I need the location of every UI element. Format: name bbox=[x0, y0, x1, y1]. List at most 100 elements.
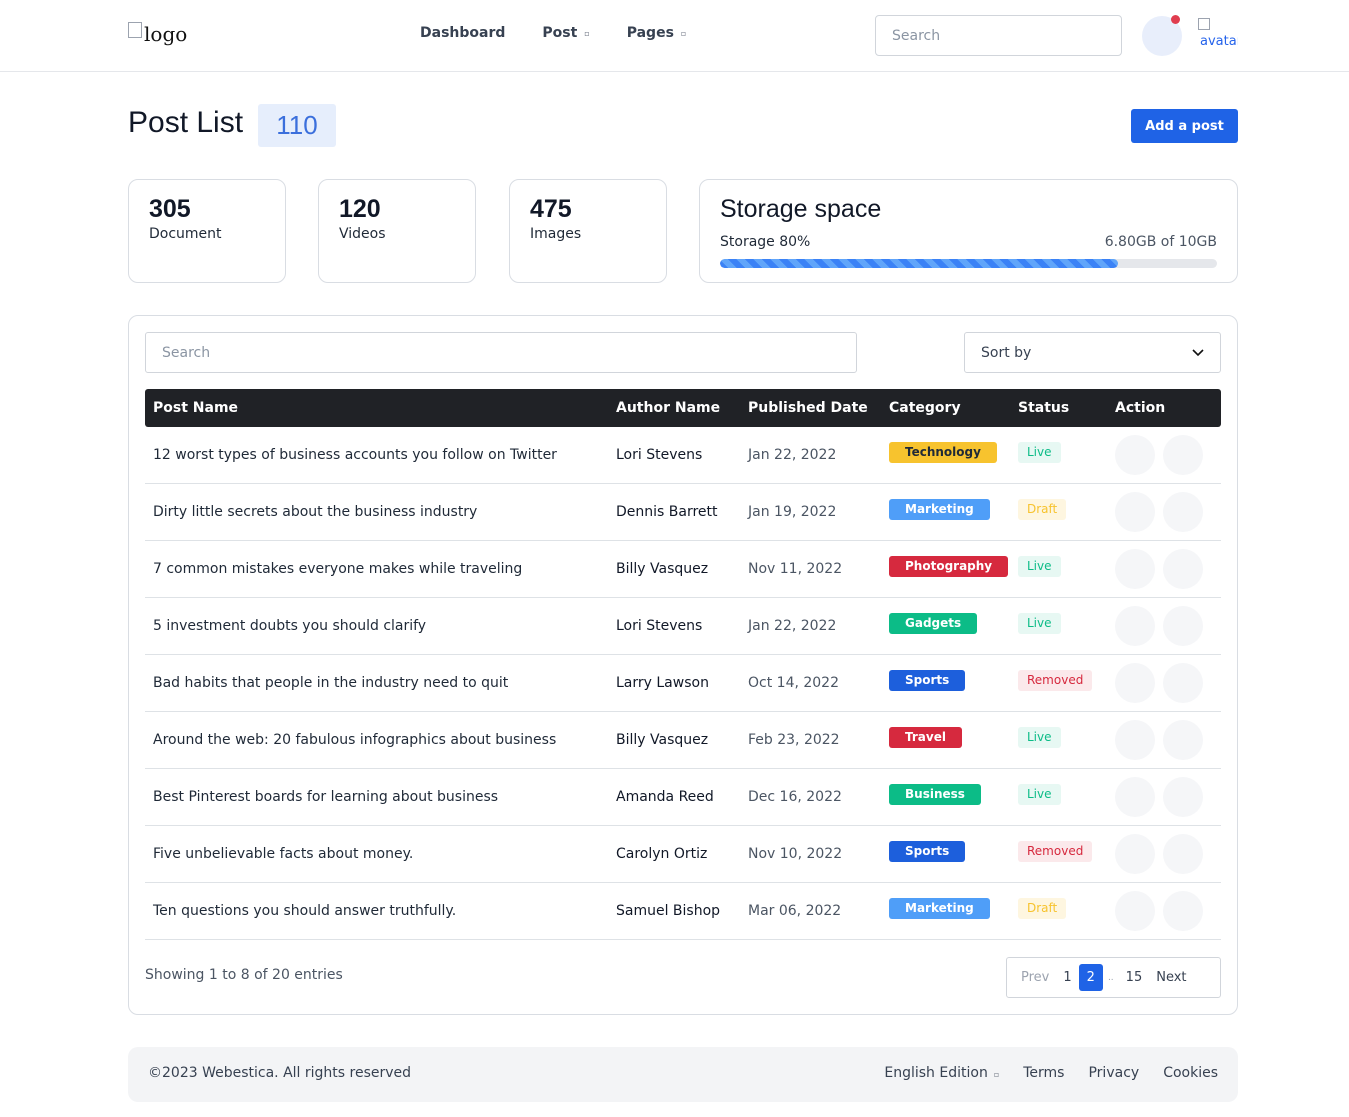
category-badge: Sports bbox=[889, 670, 966, 691]
published-date: Nov 11, 2022 bbox=[748, 561, 843, 577]
published-date: Nov 10, 2022 bbox=[748, 846, 843, 862]
pagination-page-last[interactable]: 15 bbox=[1119, 970, 1150, 985]
table-header: Post Name Author Name Published Date Cat… bbox=[145, 389, 1221, 427]
published-date: Oct 14, 2022 bbox=[748, 675, 839, 691]
delete-action-button[interactable] bbox=[1163, 720, 1203, 760]
category-badge: Marketing bbox=[889, 898, 990, 919]
table-row: 12 worst types of business accounts you … bbox=[145, 427, 1221, 484]
published-date: Jan 19, 2022 bbox=[748, 504, 837, 520]
table-row: Dirty little secrets about the business … bbox=[145, 484, 1221, 541]
nav-post[interactable]: Post ▫ bbox=[542, 25, 589, 41]
pagination-next[interactable]: Next bbox=[1149, 970, 1193, 985]
category-badge: Business bbox=[889, 784, 981, 805]
delete-action-button[interactable] bbox=[1163, 891, 1203, 931]
status-badge: Draft bbox=[1018, 898, 1067, 919]
table-row: Five unbelievable facts about money. Caro… bbox=[145, 826, 1221, 883]
post-name[interactable]: 5 investment doubts you should clarify bbox=[153, 598, 426, 654]
avatar[interactable]: avatar bbox=[1198, 18, 1238, 58]
pagination-page-2[interactable]: 2 bbox=[1078, 964, 1103, 991]
avatar-alt-text: avatar bbox=[1200, 34, 1238, 49]
category-badge: Gadgets bbox=[889, 613, 978, 634]
storage-progress-bar bbox=[720, 259, 1217, 268]
author-name: Lori Stevens bbox=[616, 447, 703, 463]
pagination-ellipsis: .. bbox=[1107, 972, 1114, 983]
notification-button[interactable] bbox=[1142, 15, 1182, 56]
status-badge: Live bbox=[1018, 727, 1061, 748]
storage-progress-fill bbox=[720, 259, 1118, 268]
entries-info: Showing 1 to 8 of 20 entries bbox=[145, 967, 343, 983]
delete-action-button[interactable] bbox=[1163, 663, 1203, 703]
footer-link-cookies[interactable]: Cookies bbox=[1163, 1065, 1218, 1081]
post-name[interactable]: Ten questions you should answer truthful… bbox=[153, 883, 456, 939]
published-date: Jan 22, 2022 bbox=[748, 618, 837, 634]
storage-card: Storage space Storage 80% 6.80GB of 10GB bbox=[699, 179, 1238, 283]
edit-action-button[interactable] bbox=[1115, 606, 1155, 646]
post-name[interactable]: Dirty little secrets about the business … bbox=[153, 484, 477, 540]
author-name: Billy Vasquez bbox=[616, 732, 709, 748]
stat-card-images: 475 Images bbox=[509, 179, 667, 283]
pagination-prev[interactable]: Prev bbox=[1014, 970, 1056, 985]
edit-action-button[interactable] bbox=[1115, 834, 1155, 874]
delete-action-button[interactable] bbox=[1163, 606, 1203, 646]
author-name: Billy Vasquez bbox=[616, 561, 709, 577]
column-header-date[interactable]: Published Date bbox=[748, 389, 868, 427]
post-count-badge: 110 bbox=[258, 104, 336, 147]
edit-action-button[interactable] bbox=[1115, 777, 1155, 817]
post-name[interactable]: 12 worst types of business accounts you … bbox=[153, 427, 557, 483]
header-search-input[interactable] bbox=[875, 15, 1122, 56]
copyright: ©2023 Webestica. All rights reserved bbox=[148, 1065, 412, 1081]
status-badge: Live bbox=[1018, 556, 1061, 577]
nav-pages-label: Pages bbox=[626, 25, 674, 41]
nav-dashboard-label: Dashboard bbox=[420, 25, 506, 41]
category-badge: Sports bbox=[889, 841, 966, 862]
edit-action-button[interactable] bbox=[1115, 492, 1155, 532]
column-header-category[interactable]: Category bbox=[889, 389, 961, 427]
pagination: Prev 1 2 .. 15 Next bbox=[1006, 957, 1221, 998]
table-row: 5 investment doubts you should clarify Lo… bbox=[145, 598, 1221, 655]
delete-action-button[interactable] bbox=[1163, 492, 1203, 532]
broken-image-icon bbox=[128, 22, 142, 38]
column-header-status[interactable]: Status bbox=[1018, 389, 1069, 427]
nav-dashboard[interactable]: Dashboard bbox=[420, 25, 505, 41]
table-search-input[interactable] bbox=[145, 332, 857, 373]
language-selector[interactable]: English Edition ▫ bbox=[884, 1065, 999, 1081]
column-header-post-name[interactable]: Post Name bbox=[153, 389, 238, 427]
stat-label: Images bbox=[530, 226, 582, 242]
caret-down-icon: ▫ bbox=[584, 28, 590, 38]
footer-link-terms[interactable]: Terms bbox=[1023, 1065, 1064, 1081]
sort-by-label: Sort by bbox=[981, 344, 1032, 361]
status-badge: Draft bbox=[1018, 499, 1067, 520]
post-name[interactable]: Five unbelievable facts about money. bbox=[153, 826, 413, 882]
edit-action-button[interactable] bbox=[1115, 891, 1155, 931]
stat-value: 120 bbox=[339, 195, 381, 223]
edit-action-button[interactable] bbox=[1115, 720, 1155, 760]
nav-pages[interactable]: Pages ▫ bbox=[627, 25, 687, 41]
table-row: Ten questions you should answer truthful… bbox=[145, 883, 1221, 940]
nav-post-label: Post bbox=[542, 25, 578, 41]
post-name[interactable]: Around the web: 20 fabulous infographics… bbox=[153, 712, 556, 768]
status-badge: Live bbox=[1018, 784, 1061, 805]
delete-action-button[interactable] bbox=[1163, 834, 1203, 874]
footer-link-privacy[interactable]: Privacy bbox=[1088, 1065, 1139, 1081]
logo[interactable]: logo bbox=[128, 22, 187, 46]
pagination-page-1[interactable]: 1 bbox=[1056, 970, 1078, 985]
edit-action-button[interactable] bbox=[1115, 549, 1155, 589]
column-header-action: Action bbox=[1115, 400, 1166, 416]
edit-action-button[interactable] bbox=[1115, 663, 1155, 703]
post-name[interactable]: Best Pinterest boards for learning about… bbox=[153, 769, 498, 825]
stat-label: Videos bbox=[339, 226, 386, 242]
stat-label: Document bbox=[149, 226, 222, 242]
published-date: Dec 16, 2022 bbox=[748, 789, 842, 805]
delete-action-button[interactable] bbox=[1163, 777, 1203, 817]
add-post-button[interactable]: Add a post bbox=[1131, 109, 1238, 143]
sort-by-select[interactable]: Sort by bbox=[964, 332, 1221, 373]
delete-action-button[interactable] bbox=[1163, 549, 1203, 589]
stat-value: 305 bbox=[149, 195, 191, 223]
published-date: Mar 06, 2022 bbox=[748, 903, 842, 919]
column-header-author[interactable]: Author Name bbox=[616, 389, 720, 427]
table-row: 7 common mistakes everyone makes while t… bbox=[145, 541, 1221, 598]
delete-action-button[interactable] bbox=[1163, 435, 1203, 475]
post-name[interactable]: Bad habits that people in the industry n… bbox=[153, 655, 508, 711]
post-name[interactable]: 7 common mistakes everyone makes while t… bbox=[153, 541, 522, 597]
edit-action-button[interactable] bbox=[1115, 435, 1155, 475]
